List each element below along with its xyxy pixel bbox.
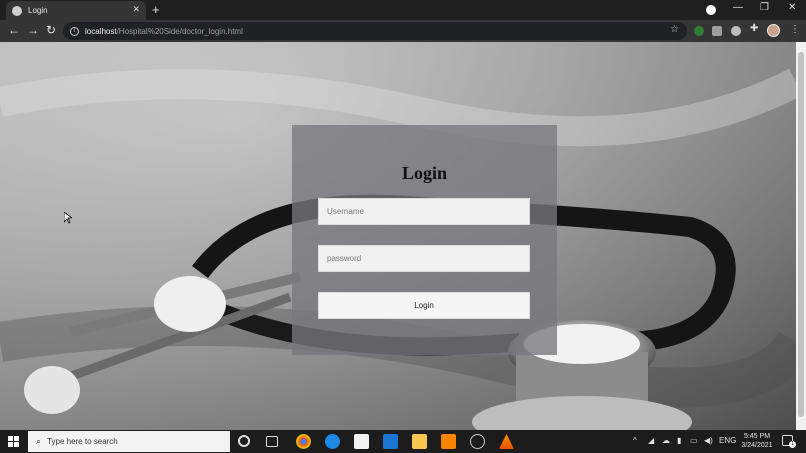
browser-titlebar: Login ✕ + — ❐ ✕ (0, 0, 806, 20)
restore-button[interactable]: ❐ (760, 2, 769, 13)
address-bar[interactable]: i localhost /Hospital%20Side/doctor_logi… (63, 22, 687, 40)
task-view-icon[interactable] (266, 436, 278, 447)
shield-extension-icon[interactable] (694, 26, 704, 36)
taskbar-clock[interactable]: 5:45 PM 3/24/2021 (737, 432, 777, 450)
password-input[interactable] (318, 245, 530, 272)
chrome-taskbar-icon[interactable] (296, 434, 311, 449)
recording-indicator-icon (706, 5, 716, 15)
clock-date: 3/24/2021 (741, 442, 773, 449)
clock-time: 5:45 PM (743, 433, 771, 440)
username-input[interactable] (318, 198, 530, 225)
vlc-taskbar-icon[interactable] (499, 434, 514, 449)
profile-avatar[interactable] (767, 24, 780, 37)
reload-icon[interactable]: ↻ (46, 23, 56, 37)
bookmark-star-icon[interactable]: ☆ (670, 24, 679, 35)
language-indicator[interactable]: ENG (719, 436, 736, 445)
login-button[interactable]: Login (318, 292, 530, 319)
app-taskbar-icon[interactable] (470, 434, 485, 449)
tray-chevron-icon[interactable]: ^ (633, 436, 637, 445)
volume-icon[interactable]: ◀) (704, 436, 713, 445)
edge-taskbar-icon[interactable] (325, 434, 340, 449)
taskbar-search-placeholder: Type here to search (47, 437, 118, 446)
page-viewport: Login Login (0, 42, 796, 430)
tab-title: Login (28, 6, 48, 15)
site-info-icon[interactable]: i (70, 26, 79, 36)
browser-tab-login[interactable]: Login ✕ (6, 1, 146, 20)
page-scrollbar[interactable] (796, 42, 806, 430)
notification-count-badge: 1 (789, 441, 796, 448)
browser-toolbar: ← → ↻ i localhost /Hospital%20Side/docto… (0, 20, 806, 42)
close-window-button[interactable]: ✕ (788, 2, 796, 13)
taskbar-search-box[interactable]: ⌕ Type here to search (28, 431, 230, 452)
battery-icon[interactable]: ▭ (690, 436, 698, 445)
search-icon: ⌕ (36, 436, 42, 446)
extension-icon[interactable] (712, 26, 722, 36)
xampp-taskbar-icon[interactable] (441, 434, 456, 449)
microphone-icon[interactable]: ▮ (677, 436, 681, 445)
menu-kebab-icon[interactable]: ⋮ (790, 24, 800, 35)
scrollbar-thumb[interactable] (798, 52, 804, 417)
back-icon[interactable]: ← (8, 23, 20, 37)
mail-taskbar-icon[interactable] (383, 434, 398, 449)
store-taskbar-icon[interactable] (354, 434, 369, 449)
extension-icon[interactable] (731, 26, 741, 36)
windows-start-icon[interactable] (8, 436, 19, 447)
login-form: Login Login (292, 125, 557, 355)
login-title: Login (401, 163, 448, 183)
windows-taskbar: ⌕ Type here to search ^ ◢ ☁ ▮ ▭ ◀) ENG 5… (0, 430, 806, 453)
mouse-cursor-icon (64, 212, 72, 224)
puzzle-extensions-icon[interactable]: ✚ (750, 23, 760, 34)
cortana-icon[interactable] (238, 435, 250, 447)
network-icon[interactable]: ◢ (648, 436, 654, 445)
url-host: localhost (85, 26, 117, 36)
tab-close-icon[interactable]: ✕ (132, 4, 140, 15)
minimize-button[interactable]: — (733, 2, 743, 13)
forward-icon[interactable]: → (27, 23, 39, 37)
onedrive-icon[interactable]: ☁ (662, 436, 670, 445)
new-tab-button[interactable]: + (152, 2, 160, 17)
file-explorer-taskbar-icon[interactable] (412, 434, 427, 449)
globe-icon (12, 5, 22, 16)
url-path: /Hospital%20Side/doctor_login.html (116, 26, 243, 36)
